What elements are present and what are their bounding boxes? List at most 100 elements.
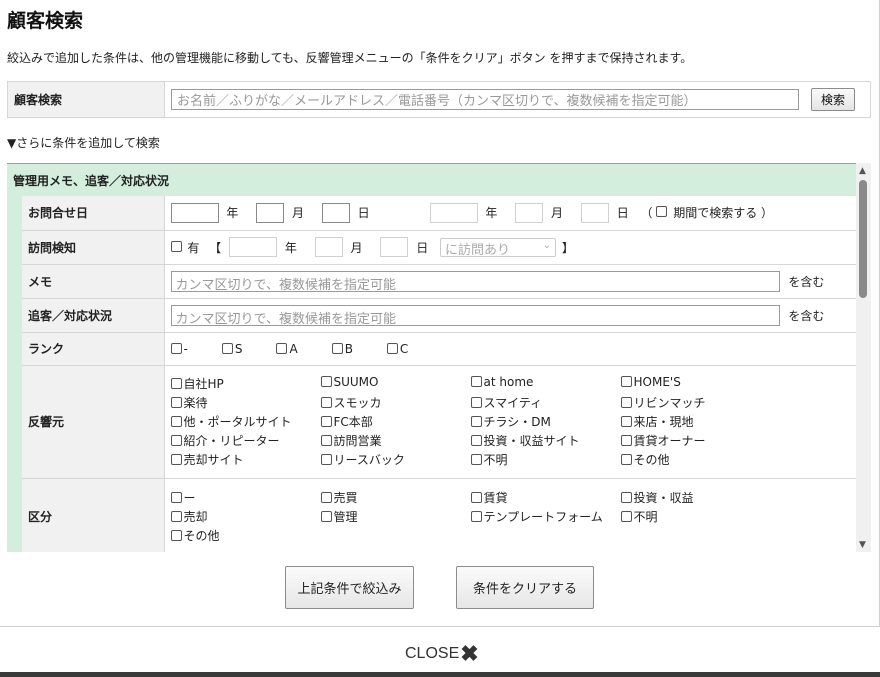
rank-checkbox[interactable] [221, 342, 233, 354]
category-values: ー 売買 賃貸 投資・収益 売却 管理 テンプレートフォーム 不明 その他 [164, 478, 856, 552]
rank-checkbox[interactable] [170, 342, 182, 354]
source-option[interactable]: 他・ポータルサイト [170, 413, 321, 430]
category-checkbox[interactable] [170, 529, 182, 541]
source-option[interactable]: 紹介・リピーター [170, 432, 321, 449]
search-button[interactable]: 検索 [811, 88, 855, 111]
source-checkbox[interactable] [620, 397, 632, 408]
source-option[interactable]: スモッカ [320, 394, 471, 411]
visit-day-input[interactable] [380, 237, 409, 257]
source-option-label: at home [483, 375, 534, 389]
to-month-input[interactable] [515, 202, 544, 223]
clear-conditions-button[interactable]: 条件をクリアする [456, 566, 594, 609]
close-button[interactable]: CLOSE ✖ [405, 643, 479, 665]
category-checkbox[interactable] [170, 491, 182, 503]
source-checkbox[interactable] [470, 376, 482, 387]
category-option-label: 管理 [333, 509, 358, 524]
source-option[interactable]: 不明 [470, 451, 621, 468]
source-option[interactable]: 楽待 [170, 394, 321, 411]
category-checkbox[interactable] [320, 491, 332, 503]
rank-checkbox[interactable] [386, 342, 398, 354]
source-checkbox[interactable] [620, 435, 632, 446]
source-option[interactable]: SUUMO [320, 375, 471, 392]
scroll-down-arrow-icon[interactable]: ▼ [859, 540, 866, 550]
from-month-input[interactable] [256, 202, 285, 223]
category-checkbox[interactable] [470, 491, 482, 503]
source-option[interactable]: 投資・収益サイト [470, 432, 621, 449]
source-checkbox[interactable] [320, 416, 332, 427]
source-checkbox[interactable] [170, 435, 182, 446]
category-option[interactable]: 管理 [320, 508, 471, 525]
category-option[interactable]: その他 [170, 527, 321, 544]
source-option-label: スマイティ [483, 396, 543, 410]
visit-year-input[interactable] [229, 237, 278, 257]
source-checkbox[interactable] [320, 435, 332, 446]
source-checkbox[interactable] [620, 416, 632, 427]
source-checkbox[interactable] [320, 376, 332, 387]
source-option[interactable]: 訪問営業 [320, 432, 471, 449]
rank-option[interactable]: B [331, 342, 353, 356]
followup-input[interactable]: カンマ区切りで、複数候補を指定可能 [170, 304, 780, 327]
rank-checkbox[interactable] [276, 342, 288, 354]
category-option[interactable]: 不明 [620, 508, 771, 525]
rank-option[interactable]: - [170, 342, 188, 356]
category-checkbox[interactable] [620, 491, 632, 503]
source-option-label: HOME'S [633, 375, 681, 389]
visit-month-input[interactable] [314, 237, 343, 257]
memo-input[interactable]: カンマ区切りで、複数候補を指定可能 [170, 270, 780, 293]
category-option[interactable]: 投資・収益 [620, 489, 771, 506]
source-option[interactable]: 自社HP [170, 375, 321, 392]
source-checkbox[interactable] [170, 416, 182, 427]
visit-checkbox[interactable] [170, 240, 182, 252]
more-conditions-toggle[interactable]: ▼さらに条件を追加して検索 [7, 134, 160, 151]
category-checkbox[interactable] [320, 510, 332, 522]
category-option[interactable]: 売買 [320, 489, 471, 506]
scroll-thumb[interactable] [859, 180, 867, 298]
visit-type-select[interactable]: に訪問あり ⌄ [440, 237, 557, 258]
source-checkbox[interactable] [320, 397, 332, 408]
rank-option-label: A [289, 341, 298, 356]
source-checkbox[interactable] [170, 454, 182, 465]
category-checkbox[interactable] [170, 510, 182, 522]
source-option[interactable]: HOME'S [620, 375, 771, 392]
source-checkbox[interactable] [170, 397, 182, 408]
rank-checkbox[interactable] [331, 342, 343, 354]
source-option[interactable]: チラシ・DM [470, 413, 621, 430]
panel-scrollbar[interactable]: ▲ ▼ [856, 163, 871, 552]
category-checkbox[interactable] [620, 510, 632, 522]
category-option[interactable]: 売却 [170, 508, 321, 525]
period-checkbox[interactable] [656, 206, 668, 218]
category-option[interactable]: 賃貸 [470, 489, 621, 506]
rank-option[interactable]: C [386, 342, 408, 356]
rank-option[interactable]: A [276, 341, 298, 356]
category-option[interactable]: ー [170, 489, 321, 506]
source-option[interactable]: その他 [620, 451, 771, 468]
rank-option[interactable]: S [221, 342, 242, 356]
source-checkbox[interactable] [470, 416, 482, 427]
category-option[interactable]: テンプレートフォーム [470, 508, 621, 525]
source-checkbox[interactable] [470, 454, 482, 465]
filter-button[interactable]: 上記条件で絞込み [285, 566, 414, 609]
source-checkbox[interactable] [620, 454, 632, 465]
source-option[interactable]: 売却サイト [170, 451, 321, 468]
from-day-input[interactable] [321, 202, 350, 223]
source-option[interactable]: リビンマッチ [620, 394, 771, 411]
customer-search-input[interactable]: お名前／ふりがな／メールアドレス／電話番号（カンマ区切りで、複数候補を指定可能） [171, 89, 799, 110]
from-year-input[interactable] [170, 202, 219, 223]
source-checkbox[interactable] [170, 378, 182, 389]
source-option[interactable]: スマイティ [470, 394, 621, 411]
source-option[interactable]: リースバック [320, 451, 471, 468]
scroll-up-arrow-icon[interactable]: ▲ [859, 166, 866, 176]
source-checkbox[interactable] [620, 376, 632, 387]
source-option[interactable]: 来店・現地 [620, 413, 771, 430]
source-checkbox[interactable] [470, 397, 482, 408]
to-day-input[interactable] [580, 202, 609, 223]
category-checkbox[interactable] [470, 510, 482, 522]
source-option[interactable]: FC本部 [320, 413, 471, 430]
to-year-input[interactable] [429, 202, 478, 223]
source-checkbox[interactable] [320, 454, 332, 465]
category-label: 区分 [22, 478, 165, 552]
rank-values: -SABC [164, 332, 856, 366]
source-option[interactable]: 賃貸オーナー [620, 432, 771, 449]
source-option[interactable]: at home [470, 375, 621, 392]
source-checkbox[interactable] [470, 435, 482, 446]
